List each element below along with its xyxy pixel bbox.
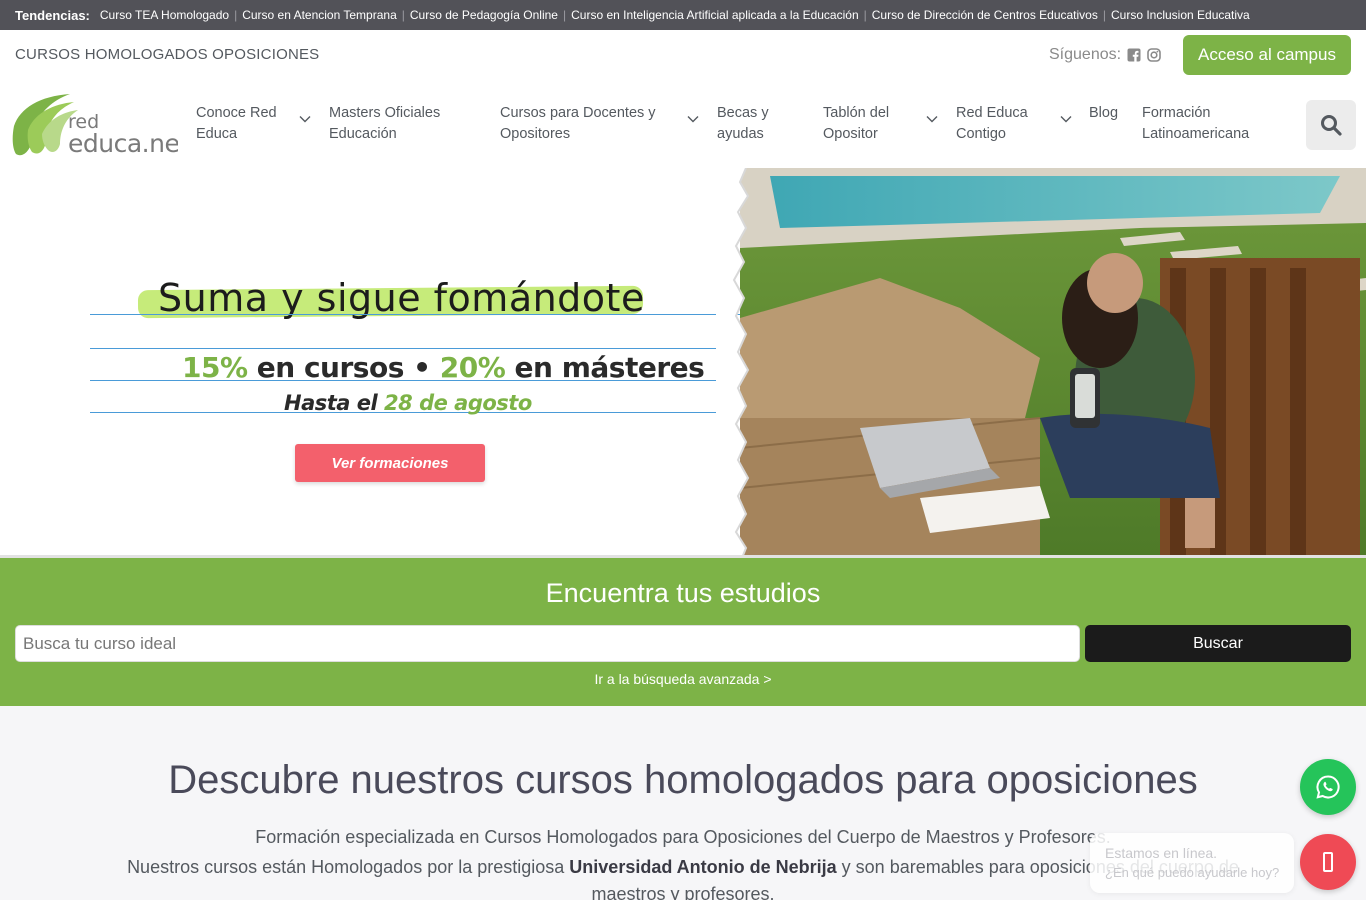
facebook-icon[interactable]: [1127, 48, 1141, 62]
campus-access-button[interactable]: Acceso al campus: [1183, 35, 1351, 75]
chat-prompt: ¿En qué puedo ayudarle hoy?: [1105, 865, 1280, 880]
chevron-down-icon: [926, 116, 938, 123]
search-button[interactable]: [1306, 100, 1356, 150]
nav-item-cursos-docentes[interactable]: Cursos para Docentes y Opositores: [500, 103, 705, 145]
chat-greeting-bubble[interactable]: Estamos en línea. ¿En qué puedo ayudarle…: [1090, 833, 1294, 893]
trends-title: Tendencias:: [15, 7, 90, 23]
promo-offer: 15% en cursos • 20% en másteres: [182, 351, 705, 384]
chevron-down-icon: [687, 116, 699, 123]
promo-text-area: Suma y sigue fomándote 15% en cursos • 2…: [0, 168, 760, 555]
trend-link[interactable]: Curso Inclusion Educativa: [1111, 8, 1250, 22]
course-search-section: Encuentra tus estudios Busca tu curso id…: [0, 558, 1366, 706]
logo-text-educa: educa.net: [68, 129, 178, 158]
ruled-line: [90, 348, 744, 349]
instagram-icon[interactable]: [1147, 48, 1161, 62]
whatsapp-icon: [1316, 775, 1340, 799]
university-name: Universidad Antonio de Nebrija: [569, 857, 837, 877]
trend-link[interactable]: Curso de Pedagogía Online: [410, 8, 558, 22]
whatsapp-button[interactable]: [1300, 759, 1356, 815]
nav-item-red-educa-contigo[interactable]: Red Educa Contigo: [956, 103, 1076, 145]
discover-heading: Descubre nuestros cursos homologados par…: [168, 758, 1198, 802]
nav-item-becas-ayudas[interactable]: Becas y ayudas: [717, 103, 807, 145]
view-courses-button[interactable]: Ver formaciones: [295, 444, 485, 482]
trend-link[interactable]: Curso en Inteligencia Artificial aplicad…: [571, 8, 859, 22]
chevron-down-icon: [299, 116, 311, 123]
nav-item-masters-oficiales[interactable]: Masters Oficiales Educación: [329, 103, 479, 145]
trends-bar: Tendencias: Curso TEA Homologado | Curso …: [0, 0, 1366, 30]
main-nav: red educa.net Conoce Red Educa Masters Of…: [0, 82, 1366, 168]
promo-banner[interactable]: Suma y sigue fomándote 15% en cursos • 2…: [0, 168, 1366, 558]
chat-button[interactable]: [1300, 834, 1356, 890]
discover-text-line2: Nuestros cursos están Homologados por la…: [127, 857, 1239, 900]
nav-item-tablon-opositor[interactable]: Tablón del Opositor: [823, 103, 943, 145]
logo[interactable]: red educa.net: [8, 88, 178, 158]
chevron-down-icon: [1060, 116, 1072, 123]
nav-item-formacion-latinoamericana[interactable]: Formación Latinoamericana: [1142, 103, 1272, 145]
site-tagline: CURSOS HOMOLOGADOS OPOSICIONES: [15, 46, 320, 63]
chat-status: Estamos en línea.: [1105, 845, 1218, 861]
chat-icon: [1323, 852, 1333, 872]
trend-link[interactable]: Curso TEA Homologado: [100, 8, 229, 22]
header: CURSOS HOMOLOGADOS OPOSICIONES Síguenos:…: [0, 30, 1366, 82]
torn-paper-edge: [716, 168, 750, 555]
search-icon: [1321, 115, 1342, 136]
course-search-input[interactable]: Busca tu curso ideal: [15, 625, 1080, 662]
nav-item-blog[interactable]: Blog: [1089, 103, 1129, 124]
follow-label: Síguenos:: [1049, 46, 1122, 63]
search-section-title: Encuentra tus estudios: [545, 578, 821, 608]
promo-deadline: Hasta el 28 de agosto: [284, 391, 532, 415]
trend-link[interactable]: Curso en Atencion Temprana: [242, 8, 397, 22]
trend-link[interactable]: Curso de Dirección de Centros Educativos: [872, 8, 1098, 22]
promo-photo: [740, 168, 1366, 555]
social-follow: Síguenos:: [1049, 46, 1161, 64]
ruled-line: [90, 314, 740, 315]
advanced-search-link[interactable]: Ir a la búsqueda avanzada >: [0, 671, 1366, 687]
search-submit-button[interactable]: Buscar: [1085, 625, 1351, 662]
nav-item-conoce-red-educa[interactable]: Conoce Red Educa: [196, 103, 316, 145]
